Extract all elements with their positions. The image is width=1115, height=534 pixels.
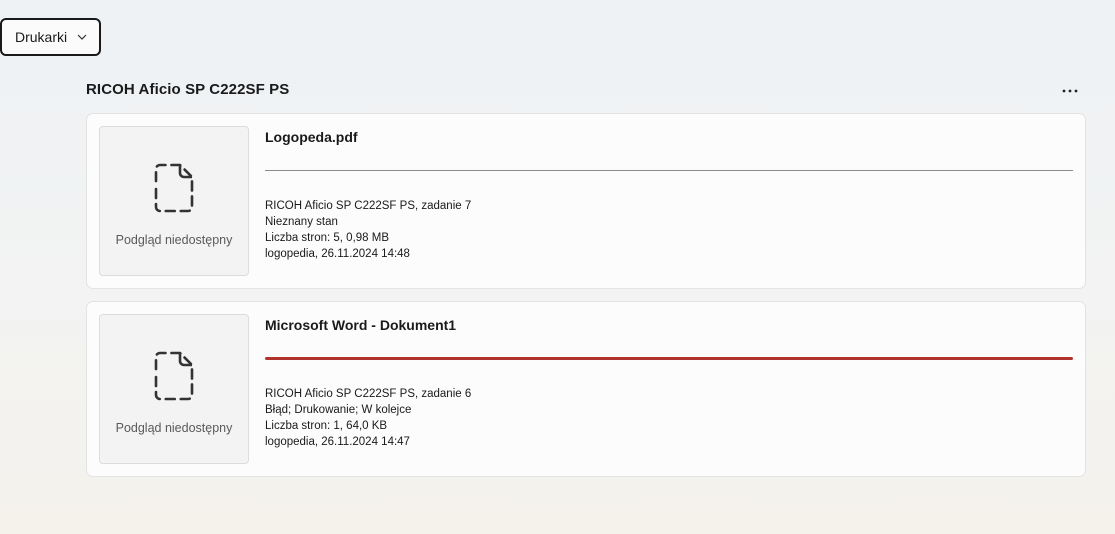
job-details: RICOH Aficio SP C222SF PS, zadanie 7 Nie… [265, 198, 471, 262]
job-progress-bar [265, 169, 1073, 172]
print-job-card[interactable]: Podgląd niedostępny Microsoft Word - Dok… [86, 301, 1086, 477]
job-pages-line: Liczba stron: 5, 0,98 MB [265, 232, 390, 244]
printers-dropdown[interactable]: Drukarki [0, 18, 101, 56]
preview-placeholder: Podgląd niedostępny [99, 126, 249, 276]
preview-placeholder: Podgląd niedostępny [99, 314, 249, 464]
document-icon [154, 351, 194, 401]
job-title: Microsoft Word - Dokument1 [265, 317, 457, 333]
job-progress-bar [265, 357, 1073, 360]
job-printer-line: RICOH Aficio SP C222SF PS, zadanie 7 [265, 200, 472, 212]
job-status-line: Błąd; Drukowanie; W kolejce [265, 404, 412, 416]
printer-name: RICOH Aficio SP C222SF PS [86, 81, 290, 98]
job-printer-line: RICOH Aficio SP C222SF PS, zadanie 6 [265, 388, 472, 400]
job-owner-line: logopedia, 26.11.2024 14:48 [265, 248, 410, 260]
document-icon [154, 163, 194, 213]
chevron-down-icon [77, 32, 87, 42]
progress-fill-error [265, 357, 1073, 360]
preview-unavailable-label: Podgląd niedostępny [115, 233, 233, 247]
job-pages-line: Liczba stron: 1, 64,0 KB [265, 420, 388, 432]
printers-dropdown-label: Drukarki [15, 29, 68, 45]
print-job-card[interactable]: Podgląd niedostępny Logopeda.pdf RICOH A… [86, 113, 1086, 289]
job-details: RICOH Aficio SP C222SF PS, zadanie 6 Błą… [265, 386, 471, 450]
job-owner-line: logopedia, 26.11.2024 14:47 [265, 436, 410, 448]
job-status-line: Nieznany stan [265, 216, 338, 228]
more-icon [1062, 80, 1078, 98]
preview-unavailable-label: Podgląd niedostępny [115, 421, 233, 435]
job-title: Logopeda.pdf [265, 129, 358, 145]
progress-track [265, 170, 1073, 171]
more-options-button[interactable] [1056, 78, 1084, 100]
